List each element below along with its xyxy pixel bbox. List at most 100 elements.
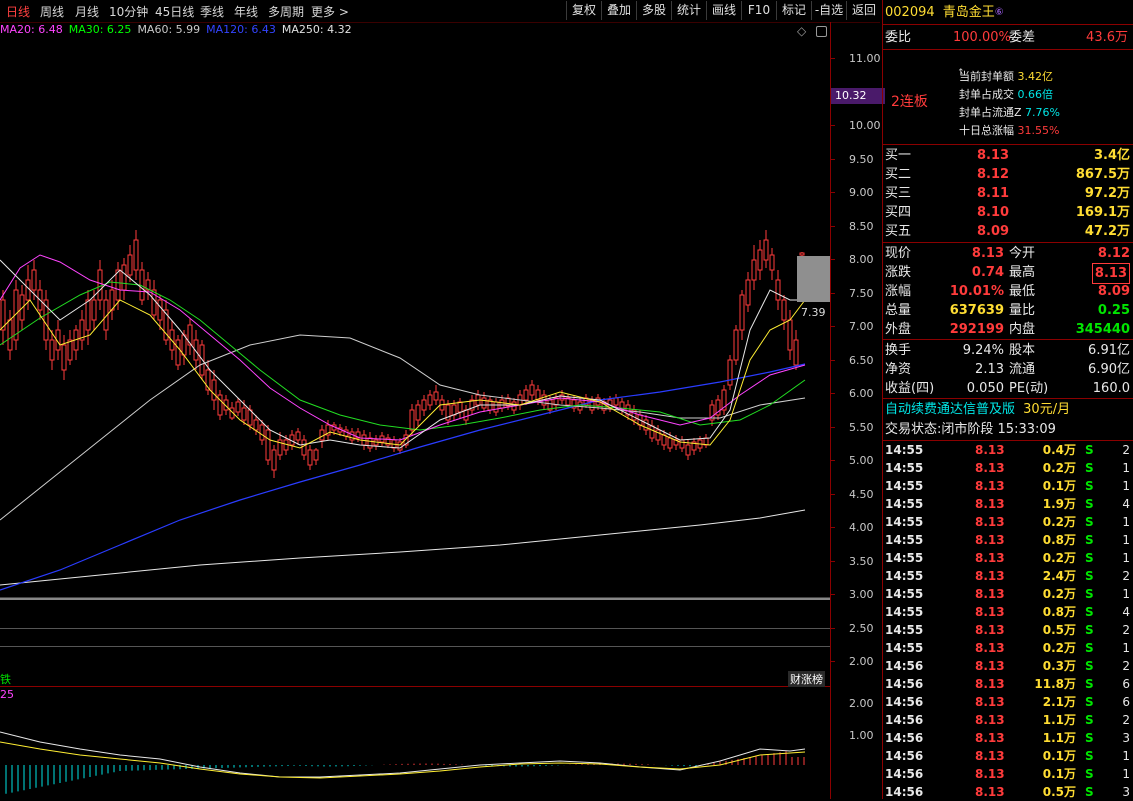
stock-code: 002094 [885, 5, 935, 20]
quote-row: 总量 637639 量比 0.25 [885, 301, 1132, 320]
price-axis: 11.0010.5010.009.509.008.508.007.507.006… [830, 22, 883, 799]
tick-time: 14:56 [885, 677, 924, 691]
remove-watchlist-button[interactable]: -自选 [811, 1, 846, 20]
tick-row: 14:56 8.13 0.1万 S 1 [885, 765, 1132, 783]
grid-line [0, 628, 830, 629]
draw-button[interactable]: 画线 [706, 1, 741, 20]
back-button[interactable]: 返回 [846, 1, 881, 20]
candle-body [421, 399, 427, 411]
quote-value: 10.01% [949, 284, 1004, 299]
adjust-button[interactable]: 复权 [566, 1, 601, 20]
ma30-label: MA30: 6.25 [68, 23, 132, 36]
period-tab-daily[interactable]: 日线 [6, 3, 30, 20]
candle-body [481, 397, 487, 409]
order-ratio-value: 100.00% [953, 30, 1011, 45]
bid-price: 8.09 [977, 224, 1010, 239]
promo-text[interactable]: 自动续费通达信普及版 [885, 402, 1015, 417]
quote-value: 637639 [949, 303, 1004, 318]
period-tab-10min[interactable]: 10分钟 [109, 3, 148, 20]
y-axis-label: 7.00 [849, 320, 874, 333]
tick-price: 8.13 [975, 497, 1005, 511]
indicator-chart[interactable] [0, 687, 830, 799]
f10-button[interactable]: F10 [741, 1, 776, 20]
candle-body [7, 319, 13, 351]
candle-body [61, 344, 67, 371]
limit-info-list: 当前封单额 3.42亿 封单占成交 0.66倍 封单占流通Z 7.76% 十日总… [959, 68, 1060, 140]
period-tab-year[interactable]: 年线 [234, 3, 258, 20]
overlay-button[interactable]: 叠加 [601, 1, 636, 20]
tick-side: S [1085, 713, 1094, 727]
tick-row: 14:55 8.13 0.2万 S 1 [885, 585, 1132, 603]
ma120-label: MA120: 6.43 [206, 23, 276, 36]
tick-row: 14:56 8.13 2.1万 S 6 [885, 693, 1132, 711]
bid-row: 买一 8.13 3.4亿 [885, 146, 1132, 165]
more-menu[interactable]: 更多 > [311, 3, 349, 20]
fund-value: 6.91亿 [1088, 343, 1130, 358]
candlestick-chart[interactable] [0, 40, 830, 600]
period-tab-quarter[interactable]: 季线 [200, 3, 224, 20]
y-axis-label: 4.00 [849, 521, 874, 534]
candle-body [85, 299, 91, 331]
tick-row: 14:56 8.13 11.8万 S 6 [885, 675, 1132, 693]
bid-row: 买二 8.12 867.5万 [885, 165, 1132, 184]
candle-body [667, 437, 673, 449]
stock-badge-icon: ⑥ [994, 7, 1004, 18]
indicator-tag-left[interactable]: 铁 [0, 671, 11, 687]
candle-body [703, 437, 709, 446]
candle-body [313, 449, 319, 461]
multi-stock-button[interactable]: 多股 [636, 1, 671, 20]
tick-time: 14:56 [885, 731, 924, 745]
tick-count: 1 [1122, 461, 1130, 475]
mark-button[interactable]: 标记 [776, 1, 811, 20]
window-toggle-icon[interactable] [816, 26, 827, 37]
bid-price: 8.12 [977, 167, 1010, 182]
tick-count: 2 [1122, 443, 1130, 457]
sub-axis-label: 1.00 [849, 729, 874, 742]
period-tab-45day[interactable]: 45日线 [155, 3, 194, 20]
ma5-line [0, 299, 806, 449]
diamond-icon[interactable]: ◇ [797, 24, 806, 38]
tick-side: S [1085, 587, 1094, 601]
period-tab-weekly[interactable]: 周线 [40, 3, 64, 20]
y-axis-label: 2.00 [849, 655, 874, 668]
y-axis-tick [831, 292, 835, 294]
bid-label: 买二 [885, 167, 912, 182]
tick-side: S [1085, 749, 1094, 763]
tick-side: S [1085, 677, 1094, 691]
tick-time: 14:56 [885, 695, 924, 709]
tick-volume: 0.1万 [1042, 479, 1076, 493]
y-axis-tick [831, 125, 835, 126]
tick-time: 14:56 [885, 659, 924, 673]
period-tab-multi[interactable]: 多周期 [268, 3, 304, 20]
promo-price[interactable]: 30元/月 [1023, 402, 1070, 417]
tick-time: 14:55 [885, 551, 924, 565]
tick-row: 14:56 8.13 1.1万 S 2 [885, 711, 1132, 729]
tick-price: 8.13 [975, 533, 1005, 547]
candle-body [265, 429, 271, 461]
tick-price: 8.13 [975, 767, 1005, 781]
stats-button[interactable]: 统计 [671, 1, 706, 20]
candle-body [247, 409, 253, 426]
quote-label: 最高 [1009, 265, 1036, 280]
period-tab-monthly[interactable]: 月线 [75, 3, 99, 20]
tick-price: 8.13 [975, 569, 1005, 583]
y-axis-tick [831, 326, 835, 327]
y-axis-tick [831, 493, 835, 495]
tick-count: 3 [1122, 731, 1130, 745]
y-axis-label: 8.00 [849, 253, 874, 266]
bid-price: 8.11 [977, 186, 1010, 201]
y-axis-tick [831, 192, 835, 193]
rank-tag[interactable]: 财涨榜 [788, 671, 825, 687]
candle-body [763, 239, 769, 261]
y-axis-tick [831, 393, 835, 394]
bid-label: 买一 [885, 148, 912, 163]
tick-price: 8.13 [975, 713, 1005, 727]
price-marker: 10.32 [831, 88, 885, 104]
stock-name[interactable]: 青岛金王 [943, 5, 995, 20]
fund-value: 9.24% [962, 343, 1004, 358]
candle-body [727, 359, 733, 386]
seal-amount-label: 当前封单额 [959, 70, 1014, 83]
tick-count: 1 [1122, 749, 1130, 763]
tick-time: 14:56 [885, 785, 924, 799]
candle-body [463, 409, 469, 421]
